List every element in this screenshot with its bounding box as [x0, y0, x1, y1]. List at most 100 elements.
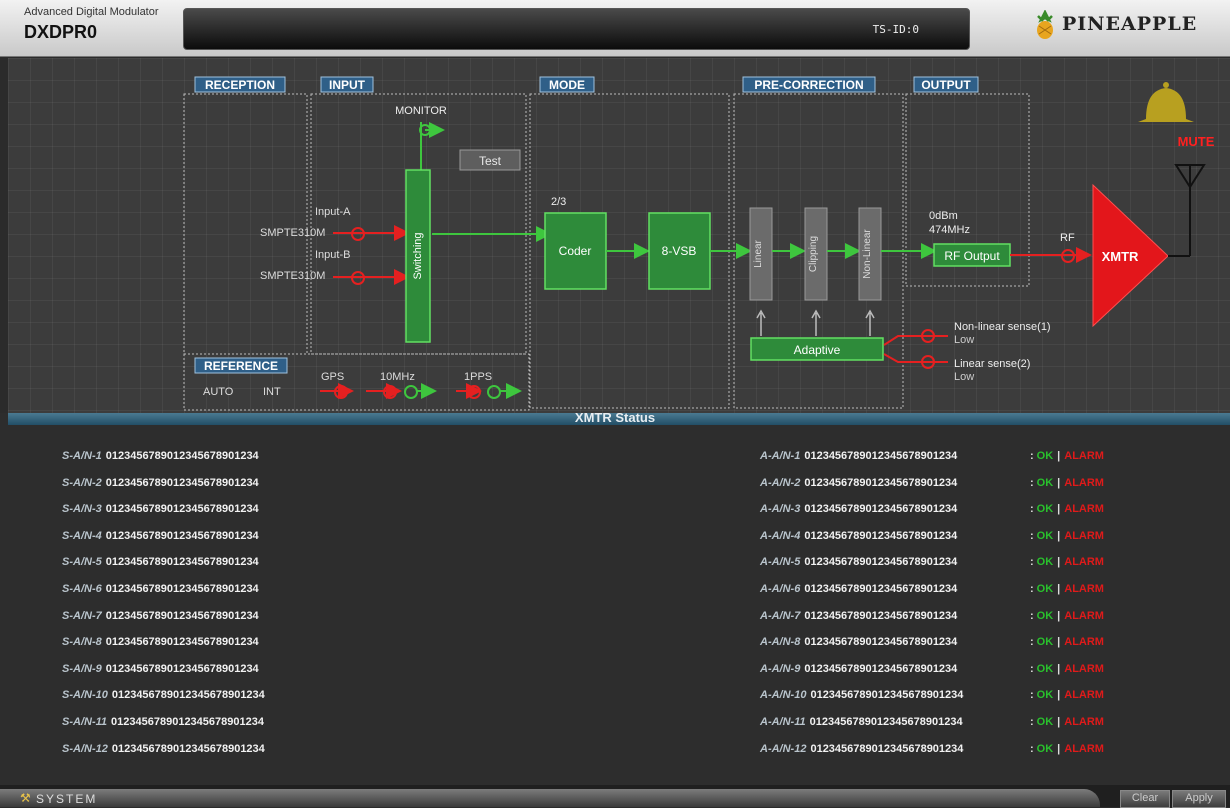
section-label-input: INPUT — [320, 76, 374, 93]
xmtr-status-panel: XMTR Status S-A/N-1 012345678901234567890… — [0, 411, 1230, 785]
1pps-label: 1PPS — [464, 371, 492, 383]
status-prefix: : — [1030, 583, 1034, 595]
adaptive-feedback-lines — [756, 309, 875, 336]
status-prefix: : — [1030, 663, 1034, 675]
input-b-signal: SMPTE310M — [260, 270, 325, 282]
nonlinear-sense-label: Non-linear sense(1) — [954, 321, 1051, 333]
separator: | — [1057, 743, 1061, 755]
product-subtitle: Advanced Digital Modulator — [24, 6, 159, 18]
separator: | — [1057, 610, 1061, 622]
s-status-label: S-A/N-2 — [62, 477, 102, 489]
a-status-value: 0123456789012345678901234 — [810, 689, 964, 701]
separator: | — [1057, 503, 1061, 515]
ok-alarm-indicator: : OK | ALARM — [1030, 663, 1104, 675]
svg-text:Clipping: Clipping — [808, 236, 819, 272]
clear-button[interactable]: Clear — [1120, 790, 1170, 808]
coder-block[interactable]: Coder — [544, 212, 607, 290]
rf-connector-icon[interactable] — [1010, 247, 1092, 263]
ok-alarm-indicator: : OK | ALARM — [1030, 450, 1104, 462]
alarm-label: ALARM — [1064, 583, 1104, 595]
ok-label: OK — [1036, 530, 1054, 542]
a-status-label: A-A/N-1 — [760, 450, 801, 462]
ok-label: OK — [1036, 716, 1054, 728]
linear-block[interactable]: Linear — [749, 207, 773, 301]
input-b-connector-icon[interactable] — [333, 269, 410, 285]
brand-logo: PINEAPPLE — [1032, 10, 1202, 40]
s-status-row: S-A/N-12 0123456789012345678901234 — [62, 743, 265, 755]
nonlinear-block[interactable]: Non-Linear — [858, 207, 882, 301]
s-status-value: 0123456789012345678901234 — [111, 716, 264, 728]
status-prefix: : — [1030, 636, 1034, 648]
s-status-label: S-A/N-3 — [62, 503, 102, 515]
s-status-row: S-A/N-5 0123456789012345678901234 — [62, 556, 259, 568]
reference-mode: AUTO — [203, 386, 234, 398]
apply-button[interactable]: Apply — [1172, 790, 1226, 808]
a-status-value: 0123456789012345678901234 — [804, 450, 958, 462]
ok-label: OK — [1036, 556, 1054, 568]
10mhz-connector-icon[interactable] — [366, 383, 437, 399]
vsb-block[interactable]: 8-VSB — [648, 212, 711, 290]
svg-text:Adaptive: Adaptive — [794, 343, 841, 357]
a-status-label: A-A/N-7 — [760, 610, 801, 622]
mute-label[interactable]: MUTE — [1178, 134, 1215, 149]
ok-label: OK — [1036, 663, 1054, 675]
rf-label: RF — [1060, 232, 1075, 244]
ok-alarm-indicator: : OK | ALARM — [1030, 503, 1104, 515]
linear-sense-label: Linear sense(2) — [954, 358, 1030, 370]
system-tab[interactable]: ⚒ SYSTEM — [0, 789, 1100, 807]
s-status-row: S-A/N-2 0123456789012345678901234 — [62, 477, 259, 489]
ok-label: OK — [1036, 503, 1054, 515]
s-status-row: S-A/N-9 0123456789012345678901234 — [62, 663, 259, 675]
s-status-value: 0123456789012345678901234 — [105, 503, 259, 515]
separator: | — [1057, 477, 1061, 489]
section-label-reception: RECEPTION — [194, 76, 286, 93]
s-status-row: S-A/N-10 0123456789012345678901234 — [62, 689, 265, 701]
input-b-label: Input-B — [315, 249, 350, 261]
sense-feedback-icon[interactable] — [883, 329, 948, 369]
alarm-label: ALARM — [1064, 610, 1104, 622]
ok-alarm-indicator: : OK | ALARM — [1030, 530, 1104, 542]
a-status-label: A-A/N-4 — [760, 530, 801, 542]
ts-id-readout: TS-ID:0 — [872, 23, 919, 36]
s-status-label: S-A/N-12 — [62, 743, 108, 755]
a-status-value: 0123456789012345678901234 — [810, 743, 964, 755]
ok-alarm-indicator: : OK | ALARM — [1030, 610, 1104, 622]
status-prefix: : — [1030, 716, 1034, 728]
input-a-connector-icon[interactable] — [333, 225, 410, 241]
a-status-row: A-A/N-1 0123456789012345678901234 — [760, 450, 957, 462]
gps-connector-icon[interactable] — [320, 383, 354, 399]
xmtr-amplifier[interactable]: XMTR — [1092, 183, 1169, 328]
rf-output-block[interactable]: RF Output — [933, 243, 1011, 267]
test-button[interactable]: Test — [459, 149, 521, 171]
alarm-label: ALARM — [1064, 716, 1104, 728]
a-status-label: A-A/N-6 — [760, 583, 801, 595]
svg-text:Linear: Linear — [753, 239, 764, 267]
separator: | — [1057, 530, 1061, 542]
bell-icon[interactable] — [1138, 82, 1194, 122]
a-status-row: A-A/N-11 0123456789012345678901234 — [760, 716, 963, 728]
a-status-value: 0123456789012345678901234 — [804, 610, 958, 622]
pineapple-icon — [1037, 10, 1053, 39]
s-status-row: S-A/N-11 0123456789012345678901234 — [62, 716, 264, 728]
adaptive-block[interactable]: Adaptive — [750, 337, 884, 361]
separator: | — [1057, 583, 1061, 595]
s-status-label: S-A/N-9 — [62, 663, 102, 675]
10mhz-label: 10MHz — [380, 371, 415, 383]
a-status-label: A-A/N-8 — [760, 636, 801, 648]
reference-source: INT — [263, 386, 281, 398]
antenna-icon — [1168, 164, 1206, 257]
svg-text:Switching: Switching — [412, 232, 424, 279]
monitor-output-icon[interactable] — [419, 122, 445, 170]
switching-block[interactable]: Switching — [405, 169, 431, 343]
clipping-block[interactable]: Clipping — [804, 207, 828, 301]
1pps-connector-icon[interactable] — [456, 383, 522, 399]
separator: | — [1057, 689, 1061, 701]
section-label-mode: MODE — [539, 76, 595, 93]
s-status-row: S-A/N-7 0123456789012345678901234 — [62, 610, 259, 622]
a-status-label: A-A/N-5 — [760, 556, 801, 568]
separator: | — [1057, 636, 1061, 648]
s-status-value: 0123456789012345678901234 — [105, 636, 259, 648]
section-label-precorrection: PRE-CORRECTION — [742, 76, 876, 93]
svg-text:8-VSB: 8-VSB — [662, 244, 697, 258]
ok-alarm-indicator: : OK | ALARM — [1030, 716, 1104, 728]
